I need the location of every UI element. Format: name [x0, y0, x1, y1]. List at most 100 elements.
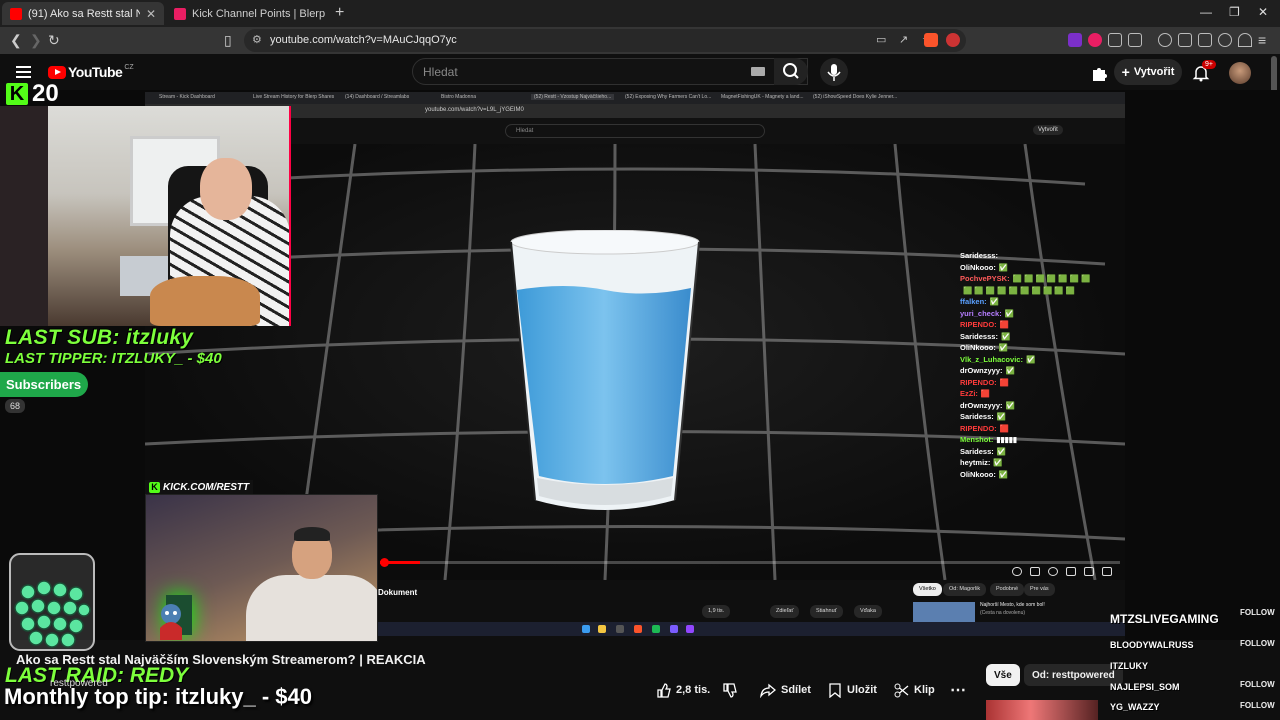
tab-title: (91) Ako sa Restt stal Najväčším Slovens…: [28, 7, 140, 20]
maximize-icon[interactable]: ❐: [1229, 5, 1240, 19]
blerp-favicon-icon: [174, 7, 186, 20]
chat-text: ✅: [989, 297, 1000, 306]
inner-youtube-header: Hledat Vytvořit: [145, 118, 1125, 144]
chat-username: OliNkooo:: [960, 343, 996, 352]
more-actions-button[interactable]: ⋯: [950, 677, 966, 703]
settings-icon[interactable]: [1048, 567, 1058, 576]
chat-text: ✅: [1025, 354, 1036, 364]
url-text: youtube.com/watch?v=MAuCJqqO7yc: [270, 34, 457, 46]
progress-bar[interactable]: [380, 558, 1120, 567]
inner-search-placeholder: Hledat: [516, 128, 534, 134]
close-tab-icon[interactable]: ✕: [146, 7, 156, 21]
create-button[interactable]: + Vytvořit: [1114, 59, 1182, 85]
chat-username: OliNkooo:: [960, 469, 996, 479]
chip-all[interactable]: Vše: [986, 664, 1020, 686]
tab-youtube-video[interactable]: (91) Ako sa Restt stal Najväčším Slovens…: [2, 2, 164, 25]
app-icon: [686, 625, 694, 633]
bookmark-icon[interactable]: ▯: [224, 32, 232, 49]
sidebar-icon[interactable]: [1178, 33, 1192, 47]
progress-scrubber[interactable]: [380, 558, 389, 567]
chat-message: drOwnzyyy: ✅: [960, 400, 1120, 412]
tab-title: Kick Channel Points | Blerp: [192, 7, 326, 20]
address-bar-row: ❮ ❯ ↻ ▯ ⚙ youtube.com/watch?v=MAuCJqqO7y…: [0, 27, 1280, 54]
search-input[interactable]: Hledat: [412, 58, 808, 85]
subtitles-icon[interactable]: [1030, 567, 1040, 576]
inner-tab: (52) Exposing Why Farmers Can't Lo...: [625, 94, 712, 100]
extensions-puzzle-icon[interactable]: [1108, 33, 1122, 47]
extension-icon[interactable]: [1068, 33, 1082, 47]
youtube-wordmark: YouTube: [68, 64, 123, 80]
chat-message: RIPENDO: 🟥: [960, 319, 1120, 331]
notifications-button[interactable]: 9+: [1192, 60, 1216, 82]
forward-icon[interactable]: ❯: [30, 32, 42, 49]
inner-tab: (52) Restt - Vzostup Najväčšieho...: [531, 94, 615, 100]
notification-badge: 9+: [1202, 60, 1216, 69]
inner-tab: MagnetFishingUK - Magnety a land...: [721, 94, 804, 100]
profile-icon[interactable]: [1218, 33, 1232, 47]
inner-url: youtube.com/watch?v=L9L_jYGEIM0: [425, 107, 524, 113]
inner-chip: Všetko: [913, 583, 942, 596]
kick-count: 20: [32, 80, 59, 107]
reload-icon[interactable]: ↻: [48, 32, 60, 49]
search-button[interactable]: [774, 58, 808, 85]
brave-rewards-icon[interactable]: [946, 33, 960, 47]
chat-message: OliNkooo: ✅: [960, 342, 1120, 354]
wallet-icon[interactable]: [1198, 33, 1212, 47]
stream-chat: Saridesss: OliNkooo: ✅ PochvePYSK: 🟩 🟩 🟩 🟩 🟩…: [960, 250, 1120, 480]
chat-message: Saridesss: ✅: [960, 331, 1120, 343]
voice-search-button[interactable]: [820, 58, 848, 86]
chat-username: Saridesss:: [960, 331, 998, 341]
inner-side-title: Najhorší Mesto, kde som bol!: [980, 602, 1045, 608]
fullscreen-icon[interactable]: [1102, 567, 1112, 576]
inner-create: Vytvořit: [1033, 125, 1063, 135]
app-icon: [652, 625, 660, 633]
brave-shield-icon[interactable]: [924, 33, 938, 47]
miniplayer-icon[interactable]: [1066, 567, 1076, 576]
clip-label: Klip: [914, 684, 935, 696]
inner-browser-tabs: Stream - Kick Dashboard Live Stream Hist…: [145, 92, 1125, 104]
chat-text: ▮▮▮▮▮: [996, 435, 1017, 444]
create-label: Vytvořit: [1133, 66, 1175, 78]
share-button[interactable]: Sdílet: [760, 677, 811, 703]
extension-icon[interactable]: [1128, 33, 1142, 47]
chat-message: ffalken: ✅: [960, 296, 1120, 308]
chat-text: 🟥: [999, 320, 1010, 329]
subscribers-count: 68: [5, 399, 26, 413]
minimize-icon[interactable]: —: [1200, 5, 1212, 19]
follower-name: ITZLUKY: [1110, 661, 1148, 671]
app-icon: [670, 625, 678, 633]
menu-icon[interactable]: ≡: [1258, 32, 1266, 48]
autoplay-toggle-icon[interactable]: [1012, 567, 1022, 576]
inner-tab: Stream - Kick Dashboard: [159, 94, 215, 100]
new-tab-icon[interactable]: +: [335, 4, 344, 22]
chat-username: Menshot:: [960, 435, 994, 444]
recommended-thumbnail[interactable]: [986, 700, 1098, 720]
back-icon[interactable]: ❮: [10, 32, 22, 49]
keyboard-icon[interactable]: [751, 67, 765, 76]
puzzle-settings-icon[interactable]: [1090, 64, 1108, 82]
extension-icon[interactable]: [1088, 33, 1102, 47]
vpn-shield-icon[interactable]: [1238, 33, 1252, 47]
cast-icon[interactable]: ▭: [876, 33, 886, 46]
youtube-logo[interactable]: YouTube CZ: [48, 64, 134, 80]
bookmark-save-icon: [829, 682, 841, 698]
clip-button[interactable]: Klip: [894, 677, 935, 703]
media-icon[interactable]: [1158, 33, 1172, 47]
explorer-icon: [598, 625, 606, 633]
theater-mode-icon[interactable]: [1084, 567, 1094, 576]
share-page-icon[interactable]: ↗: [899, 33, 908, 46]
share-label: Sdílet: [781, 684, 811, 696]
close-window-icon[interactable]: ✕: [1258, 5, 1268, 19]
account-avatar[interactable]: [1229, 62, 1251, 84]
site-info-icon[interactable]: ⚙: [252, 33, 262, 46]
save-button[interactable]: Uložit: [828, 677, 877, 703]
hamburger-menu-icon[interactable]: [16, 66, 31, 81]
url-field[interactable]: ⚙ youtube.com/watch?v=MAuCJqqO7yc ▭ ↗ ☆: [244, 29, 966, 52]
dislike-button[interactable]: [722, 677, 742, 703]
like-button[interactable]: 2,8 tis.: [656, 677, 710, 703]
inner-doc-label: Dokument: [378, 588, 418, 597]
tab-kick-channel-points[interactable]: Kick Channel Points | Blerp: [166, 2, 334, 25]
chat-username: Saridess:: [960, 446, 994, 456]
chat-username: RIPENDO:: [960, 423, 997, 433]
chat-message: EzZi: 🟥: [960, 388, 1120, 400]
